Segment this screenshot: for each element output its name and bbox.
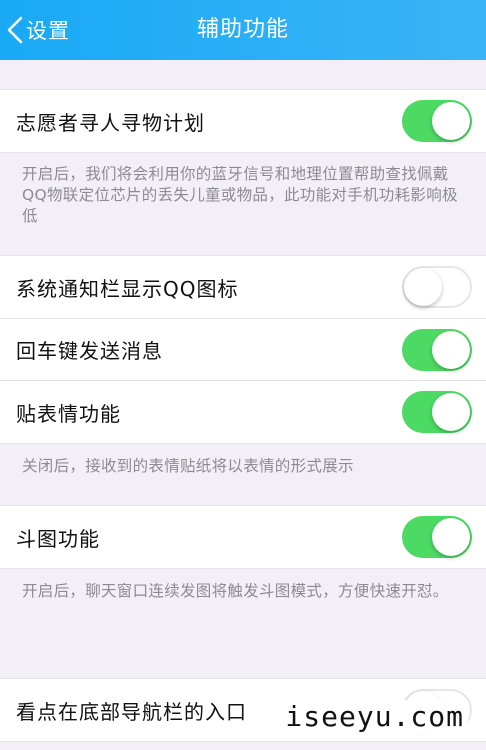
setting-label: 回车键发送消息 — [16, 339, 163, 363]
setting-description: 开启后，我们将会利用你的蓝牙信号和地理位置帮助查找佩戴QQ物联定位芯片的丢失儿童… — [22, 165, 458, 225]
divider — [0, 152, 486, 153]
setting-row-notification-icon: 系统通知栏显示QQ图标 — [0, 256, 486, 318]
page-title: 辅助功能 — [196, 17, 289, 42]
divider — [0, 741, 486, 742]
watermark: iseeyu.com — [281, 700, 468, 733]
setting-label: 志愿者寻人寻物计划 — [16, 110, 205, 135]
notification-icon-toggle[interactable] — [402, 266, 472, 308]
setting-row-volunteer-search: 志愿者寻人寻物计划 — [0, 90, 486, 152]
toggle-knob — [432, 518, 470, 556]
setting-row-sticker: 贴表情功能 — [0, 381, 486, 443]
volunteer-search-toggle[interactable] — [402, 100, 472, 142]
setting-description: 关闭后，接收到的表情贴纸将以表情的形式展示 — [22, 457, 354, 475]
navigation-bar: 设置 辅助功能 — [0, 0, 486, 60]
setting-label: 贴表情功能 — [16, 401, 121, 426]
setting-row-enter-send: 回车键发送消息 — [0, 319, 486, 380]
enter-send-toggle[interactable] — [402, 328, 472, 371]
divider — [0, 443, 486, 444]
meme-battle-toggle[interactable] — [402, 516, 472, 558]
setting-label: 看点在底部导航栏的入口 — [16, 699, 247, 724]
toggle-knob — [432, 330, 470, 369]
toggle-knob — [432, 393, 470, 431]
setting-label: 系统通知栏显示QQ图标 — [16, 276, 239, 301]
toggle-knob — [404, 268, 442, 306]
toggle-knob — [432, 102, 470, 140]
sticker-toggle[interactable] — [402, 391, 472, 433]
setting-row-meme-battle: 斗图功能 — [0, 506, 486, 568]
setting-label: 斗图功能 — [16, 526, 100, 551]
setting-description: 开启后，聊天窗口连续发图将触发斗图模式，方便快速开怼。 — [22, 582, 449, 600]
divider — [0, 568, 486, 569]
